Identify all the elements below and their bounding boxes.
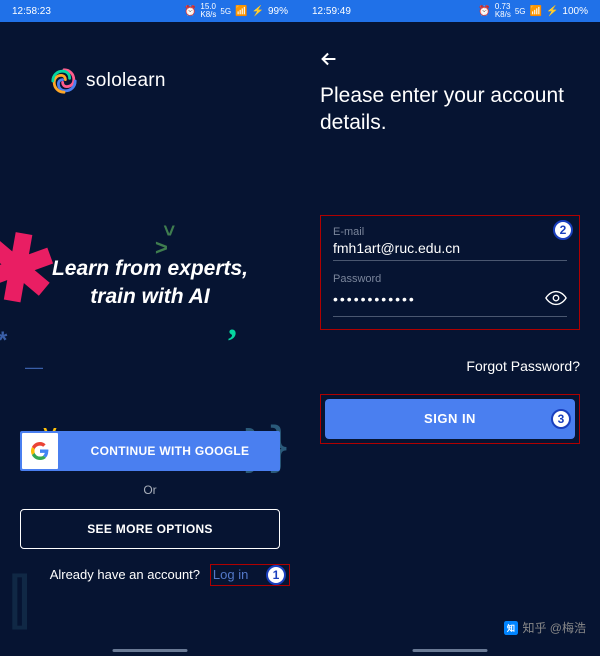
status-time: 12:58:23 — [12, 6, 51, 17]
signal-icon: 📶 — [235, 6, 247, 17]
email-field[interactable]: fmh1art@ruc.edu.cn — [333, 240, 567, 261]
home-indicator — [113, 649, 188, 652]
toggle-password-visibility-icon[interactable] — [545, 287, 567, 312]
svg-text:知: 知 — [506, 622, 515, 632]
hero-heading: Learn from experts, train with AI — [16, 255, 284, 312]
login-prompt: Already have an account? — [50, 567, 200, 582]
continue-with-google-button[interactable]: CONTINUE WITH GOOGLE — [20, 431, 280, 471]
network-speed: 15.0K8/s — [200, 3, 216, 19]
annotation-badge-1: 1 — [266, 565, 286, 585]
alarm-icon: ⏰ — [184, 6, 196, 17]
decoration-underscore: — — [25, 357, 43, 378]
google-logo-icon — [22, 433, 58, 469]
brand-logo: sololearn — [50, 67, 280, 95]
home-indicator — [413, 649, 488, 652]
email-field-group: E-mail fmh1art@ruc.edu.cn — [333, 226, 567, 261]
sign-in-button[interactable]: SIGN IN — [325, 399, 575, 439]
google-button-label: CONTINUE WITH GOOGLE — [60, 444, 280, 458]
forgot-password-link[interactable]: Forgot Password? — [320, 358, 580, 374]
bolt-icon: ⚡ — [546, 6, 558, 17]
decoration-asterisk: * — [0, 327, 7, 355]
password-field-group: Password •••••••••••• — [333, 273, 567, 317]
password-field[interactable]: •••••••••••• — [333, 287, 567, 317]
signal-5g: 5G — [220, 7, 231, 16]
signal-5g: 5G — [515, 7, 526, 16]
status-bar: 12:58:23 ⏰ 15.0K8/s 5G 📶 ⚡ 99% — [0, 0, 300, 22]
sololearn-swirl-icon — [50, 67, 78, 95]
phone-screen-left: 12:58:23 ⏰ 15.0K8/s 5G 📶 ⚡ 99% sololearn… — [0, 0, 300, 656]
signin-highlight-box: SIGN IN 3 — [320, 394, 580, 444]
status-time: 12:59:49 — [312, 6, 351, 17]
email-label: E-mail — [333, 226, 567, 238]
phone-screen-right: 12:59:49 ⏰ 0.73K8/s 5G 📶 ⚡ 100% Please e… — [300, 0, 600, 656]
decoration-angle: > — [156, 225, 179, 237]
back-button[interactable] — [318, 48, 340, 75]
battery-level: 100% — [562, 6, 588, 17]
password-label: Password — [333, 273, 567, 285]
log-in-link[interactable]: Log in — [211, 565, 250, 584]
signal-icon: 📶 — [530, 6, 542, 17]
or-divider: Or — [20, 483, 280, 497]
alarm-icon: ⏰ — [478, 6, 490, 17]
battery-level: 99% — [268, 6, 288, 17]
annotation-badge-2: 2 — [553, 220, 573, 240]
see-more-options-button[interactable]: SEE MORE OPTIONS — [20, 509, 280, 549]
zhihu-icon: 知 — [504, 621, 518, 635]
bolt-icon: ⚡ — [252, 6, 264, 17]
annotation-badge-3: 3 — [551, 409, 571, 429]
zhihu-watermark: 知 知乎 @梅浩 — [504, 619, 586, 636]
page-title: Please enter your account details. — [320, 82, 580, 137]
brand-name: sololearn — [86, 70, 166, 92]
network-speed: 0.73K8/s — [495, 3, 511, 19]
status-bar: 12:59:49 ⏰ 0.73K8/s 5G 📶 ⚡ 100% — [300, 0, 600, 22]
credentials-form-highlight: 2 E-mail fmh1art@ruc.edu.cn Password •••… — [320, 215, 580, 330]
